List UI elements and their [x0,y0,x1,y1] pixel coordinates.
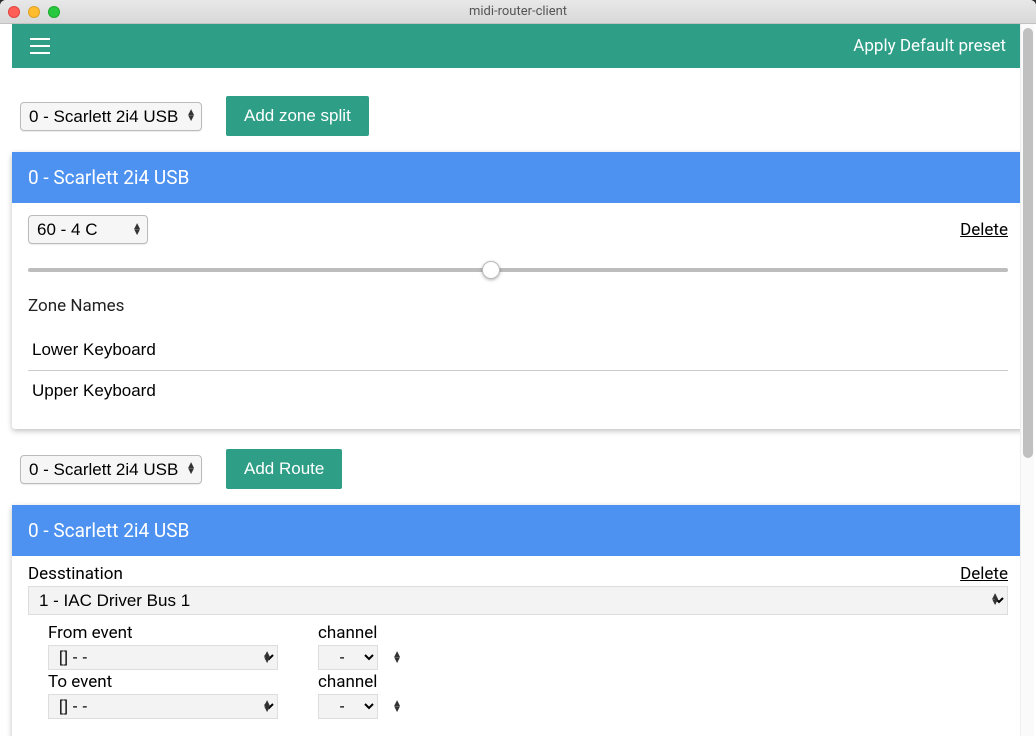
to-channel-select[interactable]: - [318,694,378,719]
zone-card-title: 0 - Scarlett 2i4 USB [12,152,1024,203]
delete-route-link[interactable]: Delete [960,564,1008,584]
scrollbar-thumb[interactable] [1023,28,1033,458]
from-channel-select[interactable]: - [318,645,378,670]
destination-select[interactable]: 1 - IAC Driver Bus 1 [28,586,1008,615]
to-channel-label: channel [318,672,408,692]
zone-device-select[interactable]: 0 - Scarlett 2i4 USB [20,102,202,131]
titlebar: midi-router-client [0,0,1036,24]
from-channel-label: channel [318,623,408,643]
route-card-title: 0 - Scarlett 2i4 USB [12,505,1024,556]
scrollbar[interactable] [1020,24,1034,736]
zone-names-label: Zone Names [28,296,1008,316]
to-event-label: To event [48,672,278,692]
add-zone-split-button[interactable]: Add zone split [226,96,369,136]
delete-zone-link[interactable]: Delete [960,220,1008,240]
window-title: midi-router-client [0,4,1036,19]
from-event-label: From event [48,623,278,643]
add-route-button[interactable]: Add Route [226,449,342,489]
appbar: Apply Default preset [12,24,1024,68]
note-split-slider[interactable] [28,268,1008,272]
menu-icon[interactable] [30,38,50,54]
zone-name-input-1[interactable] [28,371,1008,411]
to-event-select[interactable]: [] - - [48,694,278,719]
destination-label: Desstination [28,564,123,584]
route-device-select[interactable]: 0 - Scarlett 2i4 USB [20,455,202,484]
route-card: 0 - Scarlett 2i4 USB Desstination Delete… [12,505,1024,736]
zone-card: 0 - Scarlett 2i4 USB 60 - 4 C ▲▼ Delete … [12,152,1024,429]
apply-preset-button[interactable]: Apply Default preset [853,36,1006,56]
zone-name-input-0[interactable] [28,330,1008,371]
note-split-select[interactable]: 60 - 4 C [28,215,148,244]
main-content: 0 - Scarlett 2i4 USB ▲▼ Add zone split 0… [0,68,1036,736]
from-event-select[interactable]: [] - - [48,645,278,670]
